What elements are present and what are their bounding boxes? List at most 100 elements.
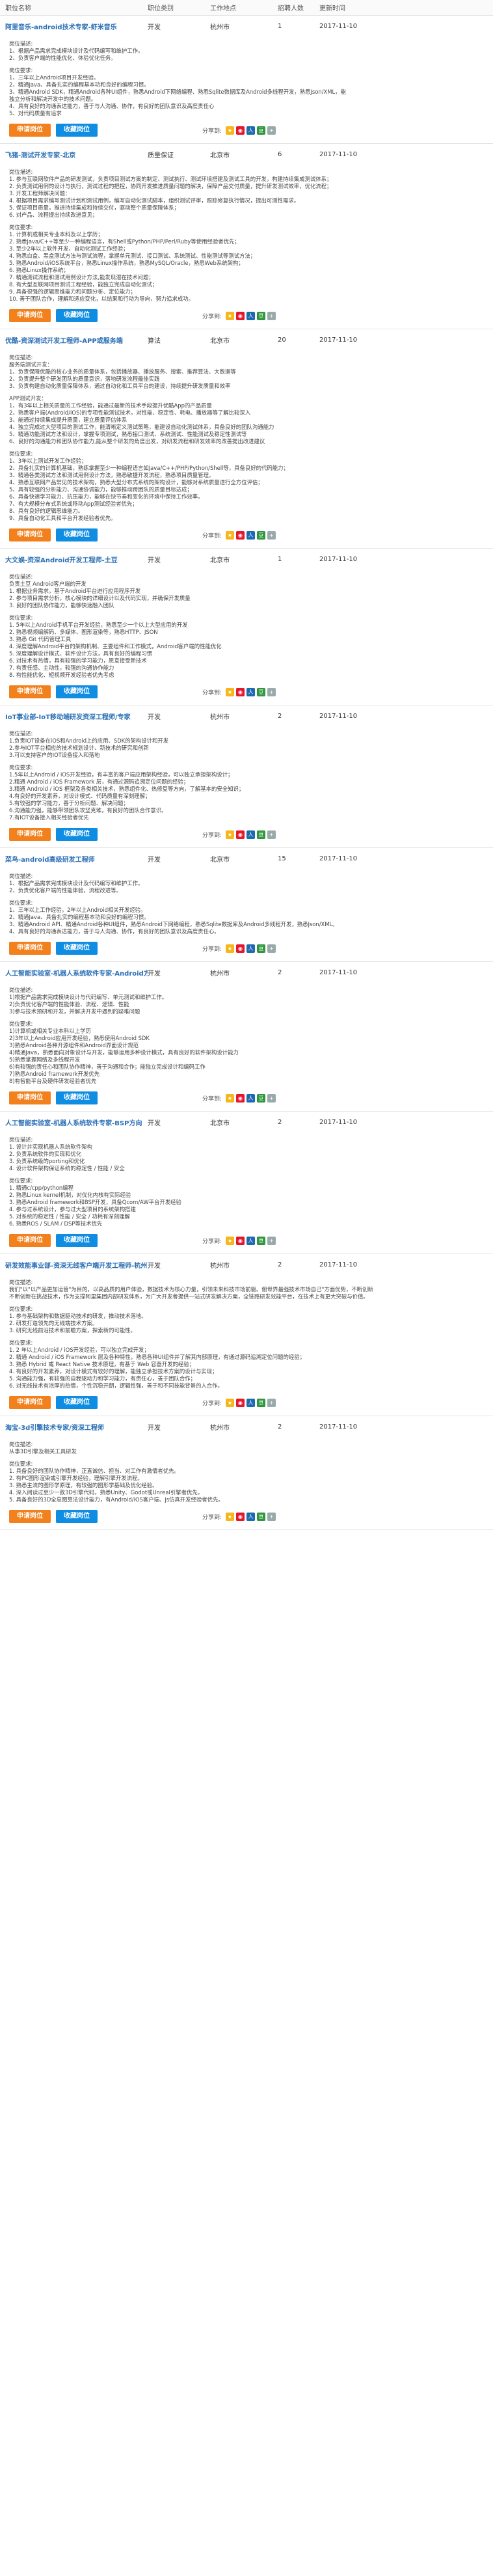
job-title-link[interactable]: 阿里音乐-android技术专家-虾米音乐: [0, 21, 148, 31]
renren-icon[interactable]: 人: [246, 944, 255, 953]
favorite-button[interactable]: 收藏岗位: [56, 1091, 98, 1104]
qzone-icon[interactable]: ★: [226, 311, 234, 320]
desc-line: 从事3D引擎及相关工具研发: [9, 1448, 77, 1455]
favorite-button[interactable]: 收藏岗位: [56, 1510, 98, 1523]
more-share-icon[interactable]: +: [267, 1512, 276, 1521]
qzone-icon[interactable]: ★: [226, 126, 234, 135]
renren-icon[interactable]: 人: [246, 1093, 255, 1103]
job-title-link[interactable]: 人工智能实验室-机器人系统软件专家-BSP方向: [0, 1117, 148, 1127]
douban-icon[interactable]: 豆: [257, 1236, 265, 1245]
favorite-button[interactable]: 收藏岗位: [56, 942, 98, 955]
douban-icon[interactable]: 豆: [257, 311, 265, 320]
renren-icon[interactable]: 人: [246, 830, 255, 839]
job-title-link[interactable]: 飞猪-测试开发专家-北京: [0, 150, 148, 159]
job-title-link[interactable]: 大文娱-资深Android开发工程师-土豆: [0, 555, 148, 564]
favorite-button[interactable]: 收藏岗位: [56, 528, 98, 541]
qzone-icon[interactable]: ★: [226, 1236, 234, 1245]
job-actions: 申请岗位 收藏岗位 分享到: ★ ◉ 人豆 +: [0, 1506, 493, 1529]
qzone-icon[interactable]: ★: [226, 1398, 234, 1407]
renren-icon[interactable]: 人: [246, 1512, 255, 1521]
desc-line: 岗位描述:: [9, 40, 33, 47]
more-share-icon[interactable]: +: [267, 530, 276, 540]
weibo-icon[interactable]: ◉: [236, 530, 245, 540]
qzone-icon[interactable]: ★: [226, 944, 234, 953]
job-title-link[interactable]: 优酷-资深测试开发工程师-APP或服务端: [0, 335, 148, 345]
douban-icon[interactable]: 豆: [257, 126, 265, 135]
desc-line: 4、具有良好的沟通表达能力，善于与人沟通、协作，有良好的团队意识及高度责任心: [9, 103, 215, 109]
job-description: 岗位描述: 1)根据产品需求完成模块设计与代码编写、单元测试和维护工作。 2)负责优…: [0, 983, 493, 1088]
more-share-icon[interactable]: +: [267, 311, 276, 320]
weibo-icon[interactable]: ◉: [236, 1512, 245, 1521]
qzone-icon[interactable]: ★: [226, 687, 234, 696]
weibo-icon[interactable]: ◉: [236, 126, 245, 135]
qzone-icon[interactable]: ★: [226, 1512, 234, 1521]
job-title-link[interactable]: 人工智能实验室-机器人系统软件专家-Android方向: [0, 968, 148, 978]
renren-icon[interactable]: 人: [246, 530, 255, 540]
job-title-link[interactable]: 研发效能事业部-资深无线客户端开发工程师-杭州: [0, 1260, 148, 1270]
douban-icon[interactable]: 豆: [257, 1398, 265, 1407]
share-label: 分享到:: [202, 313, 222, 320]
desc-line: 4. 深入阅读过至少一款3D引擎代码，熟悉Unity、Godot或Unreal引…: [9, 1489, 204, 1496]
job-count: 6: [278, 150, 282, 158]
favorite-button[interactable]: 收藏岗位: [56, 685, 98, 698]
qzone-icon[interactable]: ★: [226, 530, 234, 540]
apply-button[interactable]: 申请岗位: [9, 1396, 51, 1409]
more-share-icon[interactable]: +: [267, 830, 276, 839]
job-item: 阿里音乐-android技术专家-虾米音乐 开发 杭州市 1 2017-11-10 岗位描…: [0, 16, 493, 144]
favorite-button[interactable]: 收藏岗位: [56, 124, 98, 137]
renren-icon[interactable]: 人: [246, 311, 255, 320]
favorite-button[interactable]: 收藏岗位: [56, 1396, 98, 1409]
weibo-icon[interactable]: ◉: [236, 687, 245, 696]
qzone-icon[interactable]: ★: [226, 1093, 234, 1103]
renren-icon[interactable]: 人: [246, 687, 255, 696]
favorite-button[interactable]: 收藏岗位: [56, 828, 98, 841]
weibo-icon[interactable]: ◉: [236, 830, 245, 839]
apply-button[interactable]: 申请岗位: [9, 528, 51, 541]
desc-line: 4. 深度理解Android平台的架构机制、主要组件和工作模式，Android客…: [9, 643, 222, 650]
favorite-button[interactable]: 收藏岗位: [56, 1234, 98, 1247]
desc-line: 岗位要求:: [9, 224, 33, 230]
more-share-icon[interactable]: +: [267, 944, 276, 953]
job-title-link[interactable]: 菜鸟-android高级研发工程师: [0, 854, 148, 864]
job-title-link[interactable]: 淘宝-3d引擎技术专家/资深工程师: [0, 1422, 148, 1432]
apply-button[interactable]: 申请岗位: [9, 1234, 51, 1247]
job-title-link[interactable]: IoT事业部-IoT移动端研发资深工程师/专家: [0, 711, 148, 721]
qzone-icon[interactable]: ★: [226, 830, 234, 839]
apply-button[interactable]: 申请岗位: [9, 124, 51, 137]
apply-button[interactable]: 申请岗位: [9, 685, 51, 698]
weibo-icon[interactable]: ◉: [236, 1398, 245, 1407]
job-item: 研发效能事业部-资深无线客户端开发工程师-杭州 开发 杭州市 2 2017-11-10 岗…: [0, 1254, 493, 1416]
renren-icon[interactable]: 人: [246, 126, 255, 135]
weibo-icon[interactable]: ◉: [236, 311, 245, 320]
share-label: 分享到:: [202, 532, 222, 540]
douban-icon[interactable]: 豆: [257, 944, 265, 953]
apply-button[interactable]: 申请岗位: [9, 309, 51, 322]
renren-icon[interactable]: 人: [246, 1236, 255, 1245]
douban-icon[interactable]: 豆: [257, 530, 265, 540]
douban-icon[interactable]: 豆: [257, 687, 265, 696]
more-share-icon[interactable]: +: [267, 1398, 276, 1407]
favorite-button[interactable]: 收藏岗位: [56, 309, 98, 322]
more-share-icon[interactable]: +: [267, 126, 276, 135]
more-share-icon[interactable]: +: [267, 1236, 276, 1245]
weibo-icon[interactable]: ◉: [236, 944, 245, 953]
more-share-icon[interactable]: +: [267, 687, 276, 696]
renren-icon[interactable]: 人: [246, 1398, 255, 1407]
douban-icon[interactable]: 豆: [257, 1512, 265, 1521]
apply-button[interactable]: 申请岗位: [9, 828, 51, 841]
douban-icon[interactable]: 豆: [257, 1093, 265, 1103]
desc-line: 岗位描述:: [9, 987, 33, 993]
apply-button[interactable]: 申请岗位: [9, 1091, 51, 1104]
douban-icon[interactable]: 豆: [257, 830, 265, 839]
apply-button[interactable]: 申请岗位: [9, 942, 51, 955]
apply-button[interactable]: 申请岗位: [9, 1510, 51, 1523]
job-actions: 申请岗位 收藏岗位 分享到: ★ ◉ 人豆 +: [0, 681, 493, 705]
weibo-icon[interactable]: ◉: [236, 1093, 245, 1103]
desc-line: 5. 对系统的稳定性 / 性能 / 安全 / 功耗有深刻理解: [9, 1213, 130, 1220]
more-share-icon[interactable]: +: [267, 1093, 276, 1103]
desc-line: 8)有智能平台及硬件研发经验者优先: [9, 1078, 97, 1084]
weibo-icon[interactable]: ◉: [236, 1236, 245, 1245]
desc-line: 岗位描述:: [9, 169, 33, 175]
share-bar: 分享到: ★ ◉ 人豆 +: [202, 1236, 276, 1245]
desc-line: 7. 精通测试流程和测试用例设计方法,能发现潜在技术问题；: [9, 274, 154, 281]
